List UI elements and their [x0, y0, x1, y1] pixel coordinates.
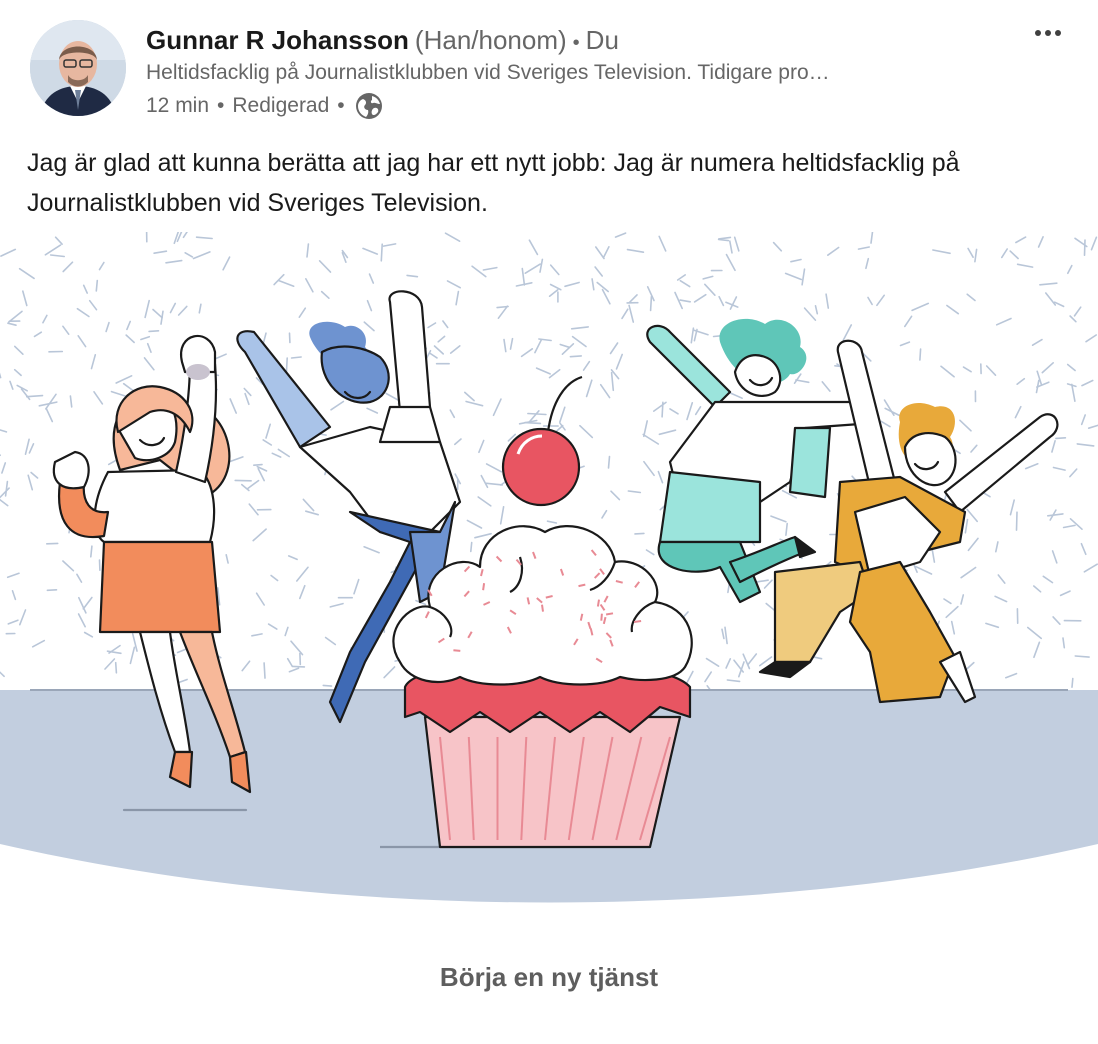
- post-meta: 12 min • Redigerad •: [146, 92, 383, 120]
- post-text: Jag är glad att kunna berätta att jag ha…: [27, 149, 960, 217]
- author-name-line: Gunnar R Johansson (Han/honom) • Du: [146, 25, 619, 56]
- dot-icon: [1035, 30, 1041, 36]
- celebration-illustration[interactable]: [0, 221, 1098, 922]
- author-avatar[interactable]: [30, 20, 126, 116]
- author-pronouns: (Han/honom): [414, 25, 567, 55]
- globe-icon: [355, 92, 383, 120]
- post-time: 12 min: [146, 94, 210, 117]
- figure-man-yellow: [758, 339, 1059, 704]
- author-name[interactable]: Gunnar R Johansson: [146, 25, 409, 55]
- connection-degree: Du: [585, 25, 619, 55]
- dot-icon: [1045, 30, 1051, 36]
- edited-label: Redigerad: [232, 94, 330, 117]
- post-header: Gunnar R Johansson (Han/honom) • Du Heltids…: [0, 0, 1098, 130]
- author-headline: Heltidsfacklig på Journalistklubben vid …: [146, 61, 830, 84]
- separator-dot: •: [572, 32, 580, 54]
- separator-dot: •: [337, 94, 345, 117]
- more-options-button[interactable]: [1026, 18, 1070, 48]
- illustration-caption: Börja en ny tjänst: [439, 962, 659, 992]
- separator-dot: •: [217, 94, 225, 117]
- dot-icon: [1055, 30, 1061, 36]
